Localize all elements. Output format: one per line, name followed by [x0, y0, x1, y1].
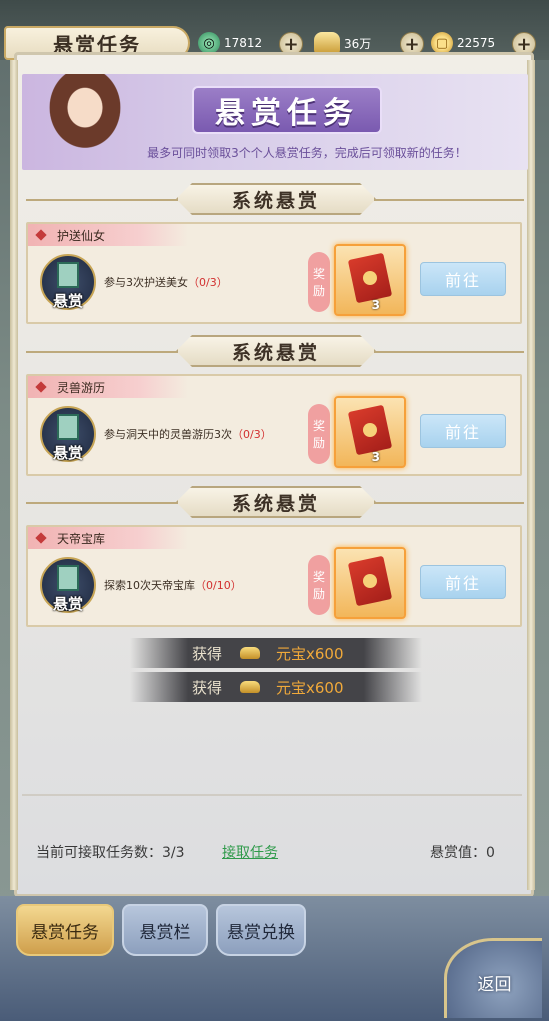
accept-task-link[interactable]: 接取任务 [222, 842, 278, 862]
reward-label: 奖 励 [308, 404, 330, 464]
task-name-tag: 护送仙女 [28, 224, 188, 246]
task-description: 探索10次天帝宝库（0/10） [104, 579, 242, 592]
gain-label: 获得 [192, 644, 223, 663]
badge-label: 悬赏 [52, 292, 83, 310]
section-header: 系统悬赏 [176, 486, 376, 518]
task-progress: （0/3） [188, 276, 228, 289]
task-name: 灵兽游历 [57, 380, 106, 395]
go-button[interactable]: 前往 [420, 262, 506, 296]
gold-ingot-icon [240, 647, 261, 659]
gain-label: 获得 [192, 678, 223, 697]
go-button[interactable]: 前往 [420, 565, 506, 599]
silver-value: 36万 [344, 36, 372, 51]
badge-label: 悬赏 [52, 444, 83, 462]
coin-icon: ▢ [431, 32, 453, 54]
bounty-badge: 悬赏 [40, 557, 96, 617]
scroll-icon [57, 565, 79, 591]
task-progress: （0/3） [232, 428, 272, 441]
badge-label: 悬赏 [52, 595, 83, 613]
back-button-label: 返回 [477, 975, 512, 995]
diamond-icon [35, 229, 47, 241]
tab-bounty-exchange[interactable]: 悬赏兑换 [216, 904, 306, 956]
right-rail [527, 60, 535, 890]
gain-item: 元宝x600 [276, 644, 344, 663]
jade-value: 17812 [224, 36, 263, 50]
banner-title: 悬赏任务 [192, 86, 382, 134]
section-header: 系统悬赏 [176, 335, 376, 367]
bounty-badge: 悬赏 [40, 406, 96, 466]
task-card: 灵兽游历 悬赏 参与洞天中的灵兽游历3次（0/3） 奖 励 3 前往 [26, 374, 522, 476]
bounty-value: 悬赏值：0 [430, 845, 495, 861]
banner-note: 最多可同时领取3个个人悬赏任务，完成后可领取新的任务！ [147, 146, 467, 160]
reward-label: 奖 励 [308, 555, 330, 615]
gain-notification: 获得 元宝x600 [130, 638, 422, 668]
task-progress: （0/10） [195, 579, 242, 592]
reward-count: 3 [371, 450, 380, 464]
gain-notification: 获得 元宝x600 [130, 672, 422, 702]
available-tasks-count: 当前可接取任务数：3/3 [36, 845, 185, 861]
gain-item: 元宝x600 [276, 678, 344, 697]
section-title: 系统悬赏 [231, 189, 320, 212]
banner: 悬赏任务 最多可同时领取3个个人悬赏任务，完成后可领取新的任务！ [22, 74, 528, 170]
reward-label: 奖 励 [308, 252, 330, 312]
bounty-badge: 悬赏 [40, 254, 96, 314]
task-description: 参与3次护送美女（0/3） [104, 276, 228, 289]
go-button[interactable]: 前往 [420, 414, 506, 448]
gold-ingot-icon [240, 681, 261, 693]
tab-bounty-task[interactable]: 悬赏任务 [16, 904, 114, 956]
task-name: 天帝宝库 [57, 531, 106, 546]
diamond-icon [35, 532, 47, 544]
back-button[interactable]: 返回 [444, 938, 542, 1018]
section-title: 系统悬赏 [231, 492, 320, 515]
reward-item[interactable] [334, 547, 406, 619]
section-header: 系统悬赏 [176, 183, 376, 215]
footer-divider [22, 794, 522, 796]
task-name-tag: 天帝宝库 [28, 527, 188, 549]
silver-ingot-icon [314, 32, 340, 54]
section-title: 系统悬赏 [231, 341, 320, 364]
task-name-tag: 灵兽游历 [28, 376, 188, 398]
diamond-icon [35, 381, 47, 393]
reward-count: 3 [371, 298, 380, 312]
reward-item[interactable]: 3 [334, 244, 406, 316]
reward-item[interactable]: 3 [334, 396, 406, 468]
task-card: 护送仙女 悬赏 参与3次护送美女（0/3） 奖 励 3 前往 [26, 222, 522, 324]
task-description: 参与洞天中的灵兽游历3次（0/3） [104, 428, 272, 441]
task-name: 护送仙女 [57, 228, 106, 243]
coin-value: 22575 [457, 36, 496, 50]
left-rail [10, 60, 18, 890]
scroll-icon [57, 414, 79, 440]
tab-bounty-board[interactable]: 悬赏栏 [122, 904, 208, 956]
scroll-icon [57, 262, 79, 288]
task-card: 天帝宝库 悬赏 探索10次天帝宝库（0/10） 奖 励 前往 [26, 525, 522, 627]
jade-icon: ◎ [198, 32, 220, 54]
